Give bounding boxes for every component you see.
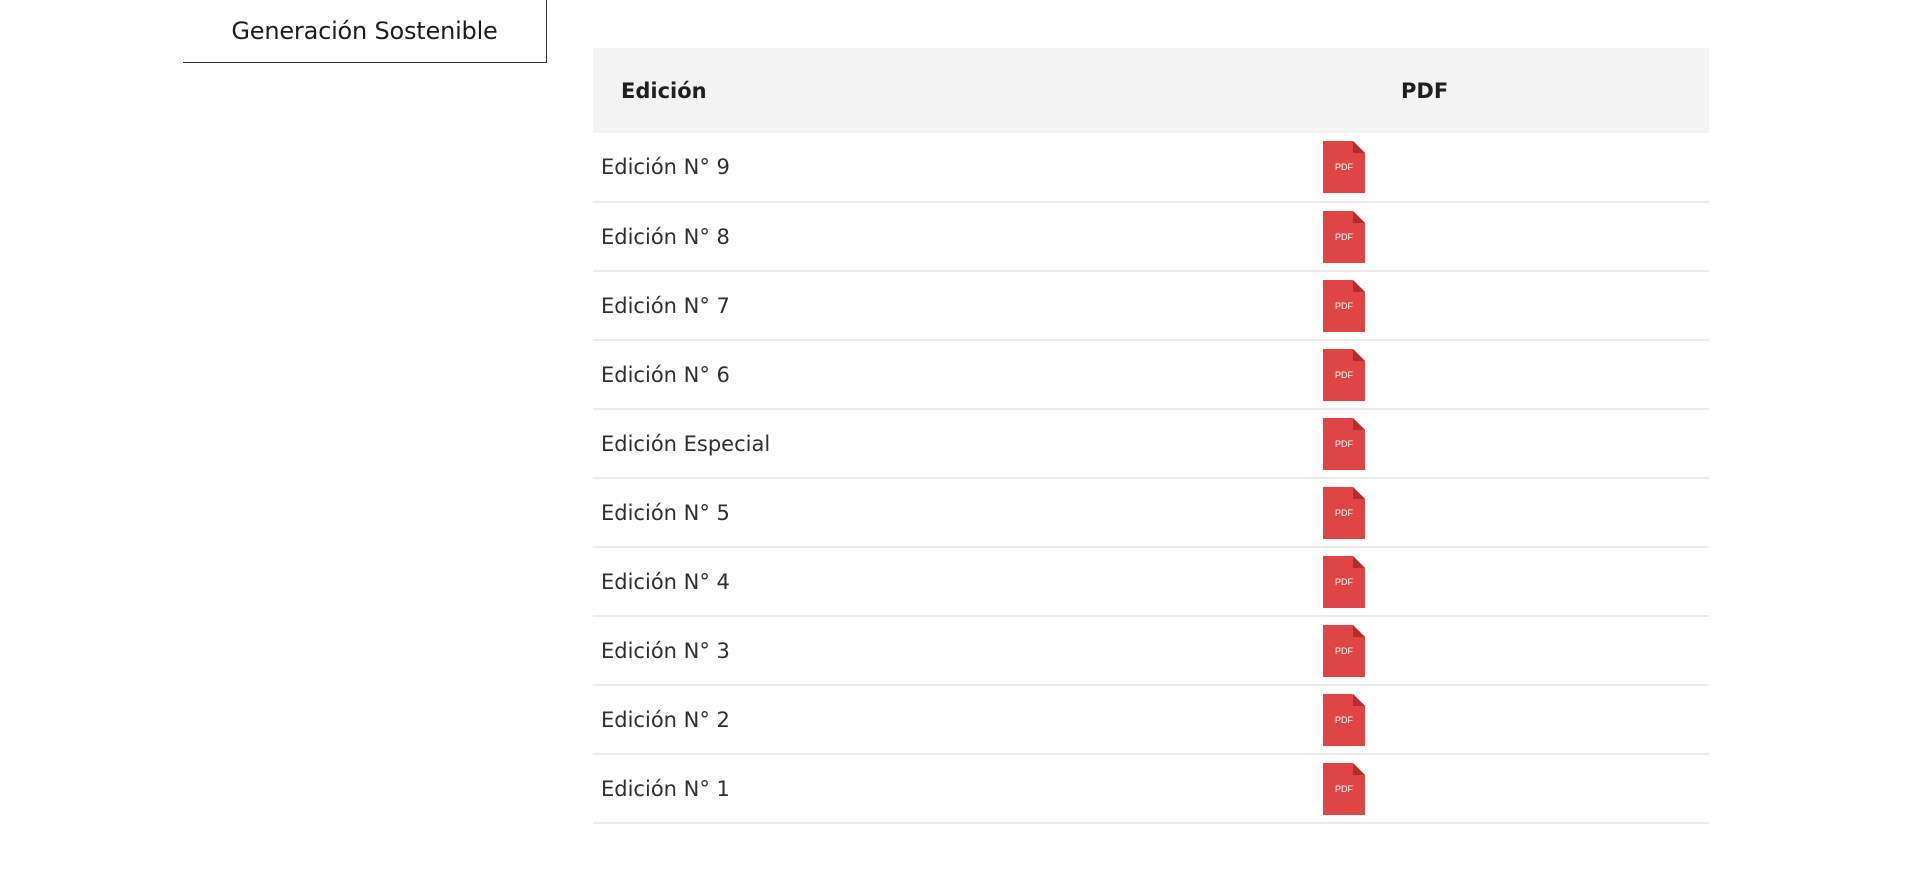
pdf-file-icon: PDF bbox=[1323, 555, 1365, 608]
pdf-file-icon: PDF bbox=[1323, 348, 1365, 401]
table-body: Edición N° 9 PDF Edición N° 8 PDF Edición N°… bbox=[593, 133, 1709, 823]
pdf-file-icon: PDF bbox=[1323, 486, 1365, 539]
pdf-icon-label: PDF bbox=[1335, 508, 1354, 518]
pdf-download-link[interactable]: PDF bbox=[1323, 693, 1365, 746]
pdf-icon-label: PDF bbox=[1335, 301, 1354, 311]
pdf-file-icon: PDF bbox=[1323, 279, 1365, 332]
pdf-cell: PDF bbox=[1322, 340, 1709, 409]
edition-name: Edición N° 6 bbox=[601, 362, 730, 387]
tab-generacion-sostenible[interactable]: Generación Sostenible bbox=[183, 0, 547, 63]
pdf-icon-label: PDF bbox=[1335, 162, 1354, 172]
edition-name: Edición N° 2 bbox=[601, 707, 730, 732]
pdf-download-link[interactable]: PDF bbox=[1323, 624, 1365, 677]
pdf-icon-label: PDF bbox=[1335, 577, 1354, 587]
edition-name: Edición N° 9 bbox=[601, 155, 730, 179]
pdf-file-icon: PDF bbox=[1323, 624, 1365, 677]
table-row: Edición N° 3 PDF bbox=[593, 616, 1709, 685]
pdf-download-link[interactable]: PDF bbox=[1323, 417, 1365, 470]
pdf-file-icon: PDF bbox=[1323, 417, 1365, 470]
pdf-download-link[interactable]: PDF bbox=[1323, 555, 1365, 608]
pdf-download-link[interactable]: PDF bbox=[1323, 486, 1365, 539]
table-row: Edición N° 8 PDF bbox=[593, 202, 1709, 271]
edition-name: Edición N° 8 bbox=[601, 224, 730, 249]
edition-name: Edición Especial bbox=[601, 431, 771, 456]
edition-name: Edición N° 3 bbox=[601, 638, 730, 663]
pdf-file-icon: PDF bbox=[1323, 210, 1365, 263]
page: Generación Sostenible Edición PDF Edició… bbox=[0, 0, 1920, 892]
table-row: Edición N° 2 PDF bbox=[593, 685, 1709, 754]
edition-name: Edición N° 7 bbox=[601, 293, 730, 318]
pdf-cell: PDF bbox=[1322, 133, 1709, 202]
pdf-download-link[interactable]: PDF bbox=[1323, 141, 1365, 193]
pdf-cell: PDF bbox=[1322, 271, 1709, 340]
editions-table: Edición PDF Edición N° 9 PDF Edición N° 8 P… bbox=[593, 48, 1709, 824]
pdf-icon-label: PDF bbox=[1335, 439, 1354, 449]
pdf-file-icon: PDF bbox=[1323, 762, 1365, 815]
pdf-icon-label: PDF bbox=[1335, 370, 1354, 380]
pdf-cell: PDF bbox=[1322, 754, 1709, 823]
table-row: Edición N° 7 PDF bbox=[593, 271, 1709, 340]
pdf-icon-label: PDF bbox=[1335, 715, 1354, 725]
column-header-pdf: PDF bbox=[1322, 48, 1709, 133]
pdf-download-link[interactable]: PDF bbox=[1323, 348, 1365, 401]
table-row: Edición N° 9 PDF bbox=[593, 133, 1709, 202]
pdf-download-link[interactable]: PDF bbox=[1323, 762, 1365, 815]
pdf-icon-label: PDF bbox=[1335, 232, 1354, 242]
table-row: Edición N° 6 PDF bbox=[593, 340, 1709, 409]
pdf-file-icon: PDF bbox=[1323, 141, 1365, 193]
table-header-row: Edición PDF bbox=[593, 48, 1709, 133]
edition-name: Edición N° 5 bbox=[601, 500, 730, 525]
pdf-download-link[interactable]: PDF bbox=[1323, 279, 1365, 332]
pdf-cell: PDF bbox=[1322, 409, 1709, 478]
pdf-file-icon: PDF bbox=[1323, 693, 1365, 746]
pdf-download-link[interactable]: PDF bbox=[1323, 210, 1365, 263]
pdf-cell: PDF bbox=[1322, 547, 1709, 616]
editions-table-container: Edición PDF Edición N° 9 PDF Edición N° 8 P… bbox=[593, 48, 1709, 824]
table-row: Edición N° 1 PDF bbox=[593, 754, 1709, 823]
table-row: Edición N° 5 PDF bbox=[593, 478, 1709, 547]
table-row: Edición N° 4 PDF bbox=[593, 547, 1709, 616]
pdf-icon-label: PDF bbox=[1335, 784, 1354, 794]
column-header-pdf-label: PDF bbox=[1401, 78, 1449, 103]
edition-name: Edición N° 4 bbox=[601, 569, 730, 594]
pdf-cell: PDF bbox=[1322, 616, 1709, 685]
column-header-edition: Edición bbox=[621, 78, 707, 103]
pdf-cell: PDF bbox=[1322, 478, 1709, 547]
pdf-cell: PDF bbox=[1322, 202, 1709, 271]
table-row: Edición Especial PDF bbox=[593, 409, 1709, 478]
edition-name: Edición N° 1 bbox=[601, 776, 730, 801]
pdf-cell: PDF bbox=[1322, 685, 1709, 754]
pdf-icon-label: PDF bbox=[1335, 646, 1354, 656]
